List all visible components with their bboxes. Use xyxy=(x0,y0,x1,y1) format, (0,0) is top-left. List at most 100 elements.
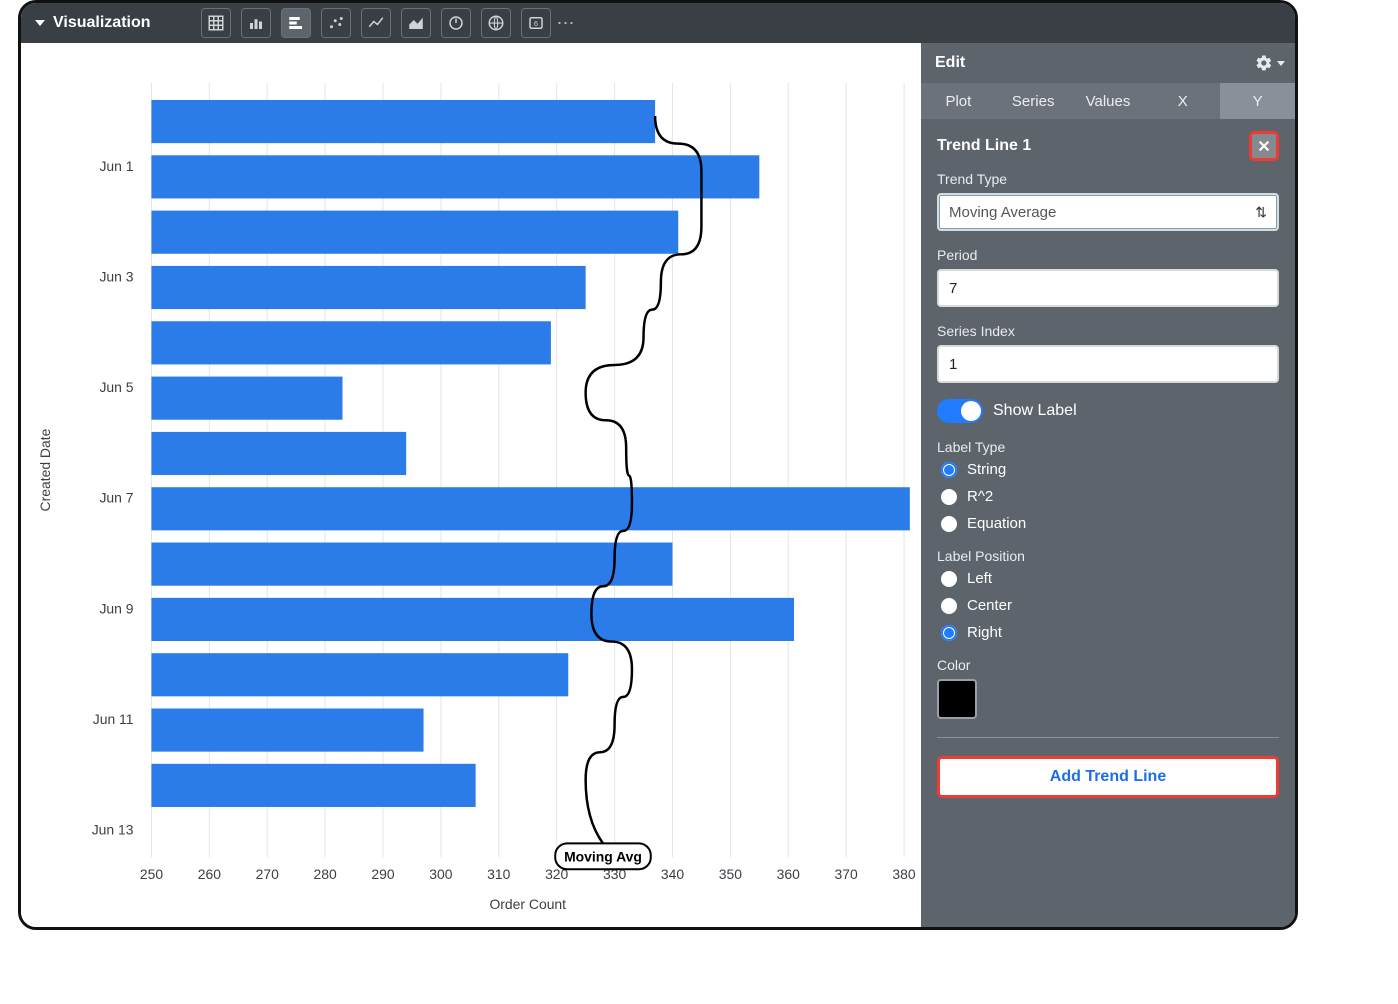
table-icon xyxy=(207,14,225,32)
x-tick-label: 350 xyxy=(719,866,742,882)
radio-icon xyxy=(941,571,957,587)
table-icon-button[interactable] xyxy=(201,8,231,38)
show-label-text: Show Label xyxy=(993,402,1077,420)
label-type-radio-group: String R^2 Equation xyxy=(937,461,1279,532)
area-chart-icon-button[interactable] xyxy=(401,8,431,38)
toolbar-title: Visualization xyxy=(53,14,151,32)
x-tick-label: 250 xyxy=(140,866,163,882)
label-type-option-r-2[interactable]: R^2 xyxy=(941,488,1279,505)
label-position-label: Label Position xyxy=(937,548,1279,564)
period-input[interactable]: 7 xyxy=(937,269,1279,307)
line-chart-icon xyxy=(367,14,385,32)
y-tick-label: Jun 11 xyxy=(93,711,134,727)
radio-label: Center xyxy=(967,597,1012,614)
label-type-option-equation[interactable]: Equation xyxy=(941,515,1279,532)
area-chart-icon xyxy=(407,14,425,32)
radio-icon xyxy=(941,462,957,478)
x-tick-label: 300 xyxy=(429,866,452,882)
trend-type-select[interactable]: Moving Average ⇅ xyxy=(937,193,1279,231)
x-tick-label: 370 xyxy=(835,866,858,882)
tab-plot[interactable]: Plot xyxy=(921,83,996,119)
gauge-icon-button[interactable] xyxy=(441,8,471,38)
map-icon xyxy=(487,14,505,32)
bar[interactable] xyxy=(151,266,585,309)
trend-line-section-title: Trend Line 1 xyxy=(937,137,1031,155)
bar[interactable] xyxy=(151,487,909,530)
gear-icon xyxy=(1255,54,1273,72)
x-tick-label: 270 xyxy=(256,866,279,882)
edit-panel-title: Edit xyxy=(935,54,965,72)
period-value: 7 xyxy=(949,280,957,297)
radio-label: Right xyxy=(967,624,1002,641)
x-tick-label: 340 xyxy=(661,866,684,882)
select-arrows-icon: ⇅ xyxy=(1255,205,1267,219)
label-type-option-string[interactable]: String xyxy=(941,461,1279,478)
bar[interactable] xyxy=(151,377,342,420)
bar[interactable] xyxy=(151,211,678,254)
series-index-input[interactable]: 1 xyxy=(937,345,1279,383)
more-icon[interactable]: ⋯ xyxy=(551,13,583,34)
trend-type-value: Moving Average xyxy=(949,204,1056,221)
y-tick-label: Jun 7 xyxy=(99,490,133,506)
close-icon xyxy=(1257,139,1271,153)
y-tick-label: Jun 1 xyxy=(99,158,133,174)
app-window: Visualization 6 ⋯ 2502602702802903003103… xyxy=(18,0,1298,930)
bar[interactable] xyxy=(151,764,475,807)
tab-x[interactable]: X xyxy=(1145,83,1220,119)
bar-chart-icon xyxy=(287,14,305,32)
y-axis-title: Created Date xyxy=(37,428,53,511)
single-value-icon-button[interactable]: 6 xyxy=(521,8,551,38)
y-tick-label: Jun 13 xyxy=(92,822,134,838)
label-position-option-right[interactable]: Right xyxy=(941,624,1279,641)
radio-label: R^2 xyxy=(967,488,993,505)
bar[interactable] xyxy=(151,100,655,143)
edit-panel: Edit PlotSeriesValuesXY Trend Line 1 Tre… xyxy=(921,43,1295,927)
bar[interactable] xyxy=(151,653,568,696)
radio-label: String xyxy=(967,461,1006,478)
tab-y[interactable]: Y xyxy=(1220,83,1295,119)
bar[interactable] xyxy=(151,432,406,475)
column-chart-icon-button[interactable] xyxy=(241,8,271,38)
bar[interactable] xyxy=(151,155,759,198)
add-trend-line-label: Add Trend Line xyxy=(1050,768,1166,786)
x-axis-title: Order Count xyxy=(489,896,566,912)
radio-icon xyxy=(941,598,957,614)
radio-icon xyxy=(941,489,957,505)
trend-label-text: Moving Avg xyxy=(564,848,642,864)
add-trend-line-button[interactable]: Add Trend Line xyxy=(937,756,1279,798)
label-position-option-center[interactable]: Center xyxy=(941,597,1279,614)
radio-icon xyxy=(941,516,957,532)
show-label-toggle[interactable] xyxy=(937,399,983,423)
remove-trend-line-button[interactable] xyxy=(1249,131,1279,161)
bar-chart: 2502602702802903003103203303403503603703… xyxy=(21,43,921,927)
panel-tabs: PlotSeriesValuesXY xyxy=(921,83,1295,119)
top-toolbar: Visualization 6 ⋯ xyxy=(21,3,1295,43)
caret-down-icon xyxy=(35,20,45,26)
radio-icon xyxy=(941,625,957,641)
edit-panel-header: Edit xyxy=(921,43,1295,83)
x-tick-label: 290 xyxy=(371,866,394,882)
trend-color-swatch[interactable] xyxy=(937,679,977,719)
settings-menu-button[interactable] xyxy=(1255,54,1285,72)
tab-values[interactable]: Values xyxy=(1071,83,1146,119)
x-tick-label: 360 xyxy=(777,866,800,882)
bar[interactable] xyxy=(151,598,794,641)
radio-label: Left xyxy=(967,570,992,587)
series-index-label: Series Index xyxy=(937,323,1279,339)
bar[interactable] xyxy=(151,321,550,364)
bar-chart-icon-button[interactable] xyxy=(281,8,311,38)
map-icon-button[interactable] xyxy=(481,8,511,38)
visualization-dropdown[interactable]: Visualization xyxy=(21,3,165,43)
x-tick-label: 380 xyxy=(892,866,915,882)
tab-series[interactable]: Series xyxy=(996,83,1071,119)
scatter-icon-button[interactable] xyxy=(321,8,351,38)
x-tick-label: 310 xyxy=(487,866,510,882)
x-tick-label: 280 xyxy=(314,866,337,882)
gauge-icon xyxy=(447,14,465,32)
scatter-icon xyxy=(327,14,345,32)
bar[interactable] xyxy=(151,543,672,586)
svg-text:6: 6 xyxy=(533,19,537,28)
label-position-option-left[interactable]: Left xyxy=(941,570,1279,587)
bar[interactable] xyxy=(151,709,423,752)
line-chart-icon-button[interactable] xyxy=(361,8,391,38)
